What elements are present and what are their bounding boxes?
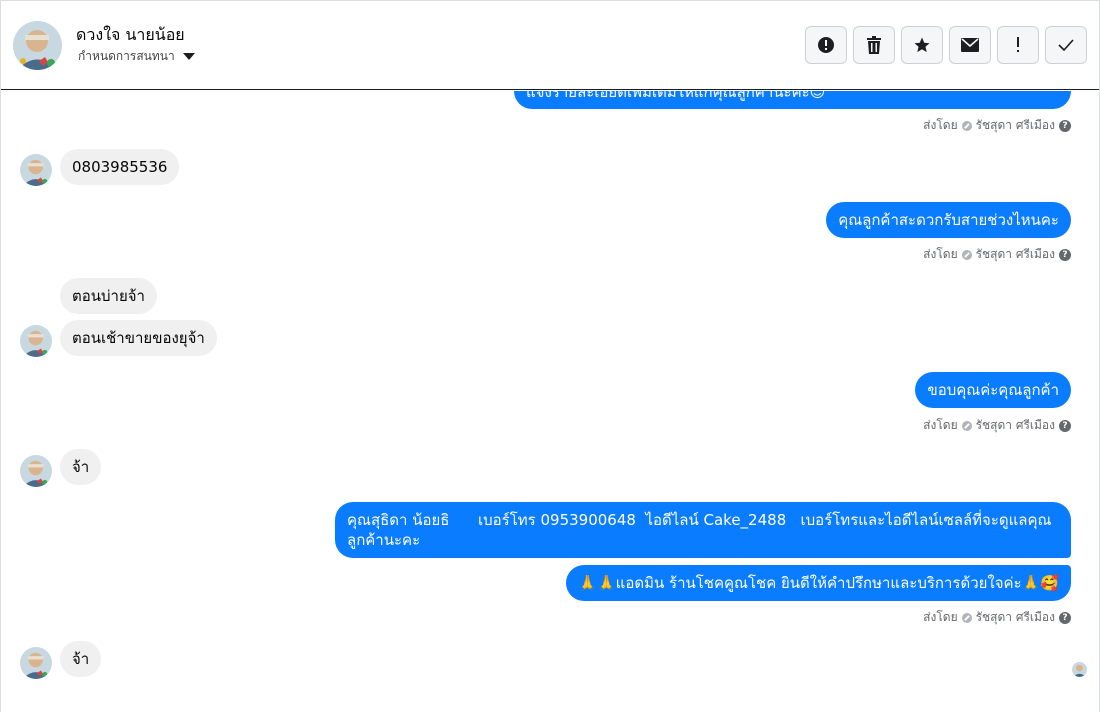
sent-by-prefix: ส่งโดย <box>923 118 958 132</box>
star-button[interactable] <box>901 26 943 64</box>
contact-avatar[interactable] <box>20 455 52 487</box>
contact-avatar[interactable] <box>20 325 52 357</box>
check-icon <box>1058 39 1074 51</box>
done-button[interactable] <box>1045 26 1087 64</box>
help-icon[interactable]: ? <box>1059 119 1071 132</box>
message-text: แจ้งรายละเอียดเพิ่มเติมให้แก่คุณลูกค้านะ… <box>526 91 826 101</box>
sent-by-prefix: ส่งโดย <box>923 247 958 261</box>
message-list[interactable]: แจ้งรายละเอียดเพิ่มเติมให้แก่คุณลูกค้านะ… <box>1 91 1099 711</box>
sent-by-name: รัชสุดา ศรีเมือง <box>975 118 1055 132</box>
incoming-message[interactable]: ตอนบ่ายจ้า <box>60 278 157 314</box>
check-badge-icon <box>961 249 972 260</box>
outgoing-message[interactable]: คุณลูกค้าสะดวกรับสายช่วงไหนคะ <box>826 202 1071 238</box>
envelope-icon <box>961 38 979 52</box>
contact-avatar[interactable] <box>20 647 52 679</box>
incoming-message[interactable]: ตอนเช้าขายของยุจ้า <box>60 320 217 356</box>
seen-indicator-avatar <box>1072 662 1087 677</box>
outgoing-message[interactable]: 🙏🙏แอดมิน ร้านโชคคูณโชค ยินดีให้คำปรึกษาแ… <box>566 565 1071 601</box>
help-icon[interactable]: ? <box>1059 419 1071 432</box>
delete-button[interactable] <box>853 26 895 64</box>
header-actions <box>805 26 1087 64</box>
sent-by-info: ส่งโดย รัชสุดา ศรีเมือง ? <box>923 116 1071 135</box>
check-badge-icon <box>961 612 972 623</box>
contact-name: ดวงใจ นายน้อย <box>76 25 185 44</box>
incoming-message[interactable]: จ้า <box>60 641 102 677</box>
star-icon <box>914 37 930 53</box>
message-text: จ้า <box>72 458 90 476</box>
check-badge-icon <box>961 120 972 131</box>
sent-by-info: ส่งโดย รัชสุดา ศรีเมือง ? <box>923 416 1071 435</box>
message-text: 0803985536 <box>72 158 168 176</box>
message-text: คุณลูกค้าสะดวกรับสายช่วงไหนคะ <box>838 211 1059 229</box>
caret-down-icon <box>182 53 195 60</box>
check-badge-icon <box>961 420 972 431</box>
report-button[interactable] <box>805 26 847 64</box>
incoming-message[interactable]: 0803985536 <box>60 149 180 185</box>
help-icon[interactable]: ? <box>1059 248 1071 261</box>
sent-by-prefix: ส่งโดย <box>923 610 958 624</box>
conversation-header: ดวงใจ นายน้อย กำหนดการสนทนา <box>1 1 1099 90</box>
assign-conversation-label: กำหนดการสนทนา <box>78 49 175 63</box>
trash-icon <box>867 36 881 54</box>
sent-by-info: ส่งโดย รัชสุดา ศรีเมือง ? <box>923 608 1071 627</box>
sent-by-name: รัชสุดา ศรีเมือง <box>975 610 1055 624</box>
message-text: ตอนเช้าขายของยุจ้า <box>72 329 205 347</box>
exclamation-icon <box>1017 37 1019 52</box>
spam-button[interactable] <box>997 26 1039 64</box>
message-text: 🙏🙏แอดมิน ร้านโชคคูณโชค ยินดีให้คำปรึกษาแ… <box>578 574 1059 592</box>
assign-conversation-dropdown[interactable]: กำหนดการสนทนา <box>78 47 195 66</box>
sent-by-prefix: ส่งโดย <box>923 418 958 432</box>
mark-unread-button[interactable] <box>949 26 991 64</box>
sent-by-info: ส่งโดย รัชสุดา ศรีเมือง ? <box>923 245 1071 264</box>
message-text: คุณสุธิดา น้อยธิ เบอร์โทร 0953900648 ไอด… <box>347 511 1052 549</box>
message-text: ตอนบ่ายจ้า <box>72 287 145 305</box>
outgoing-message[interactable]: ขอบคุณค่ะคุณลูกค้า <box>915 372 1071 408</box>
sent-by-name: รัชสุดา ศรีเมือง <box>975 247 1055 261</box>
sent-by-name: รัชสุดา ศรีเมือง <box>975 418 1055 432</box>
incoming-message[interactable]: จ้า <box>60 449 102 485</box>
message-text: ขอบคุณค่ะคุณลูกค้า <box>927 381 1059 399</box>
outgoing-message[interactable]: คุณสุธิดา น้อยธิ เบอร์โทร 0953900648 ไอด… <box>335 502 1071 558</box>
conversation-panel: ดวงใจ นายน้อย กำหนดการสนทนา แจ้งรายละเอี… <box>0 0 1100 712</box>
contact-avatar[interactable] <box>13 21 62 70</box>
outgoing-message[interactable]: แจ้งรายละเอียดเพิ่มเติมให้แก่คุณลูกค้านะ… <box>514 91 1071 109</box>
contact-avatar[interactable] <box>20 154 52 186</box>
help-icon[interactable]: ? <box>1059 611 1071 624</box>
alert-circle-icon <box>818 37 834 53</box>
message-text: จ้า <box>72 650 90 668</box>
